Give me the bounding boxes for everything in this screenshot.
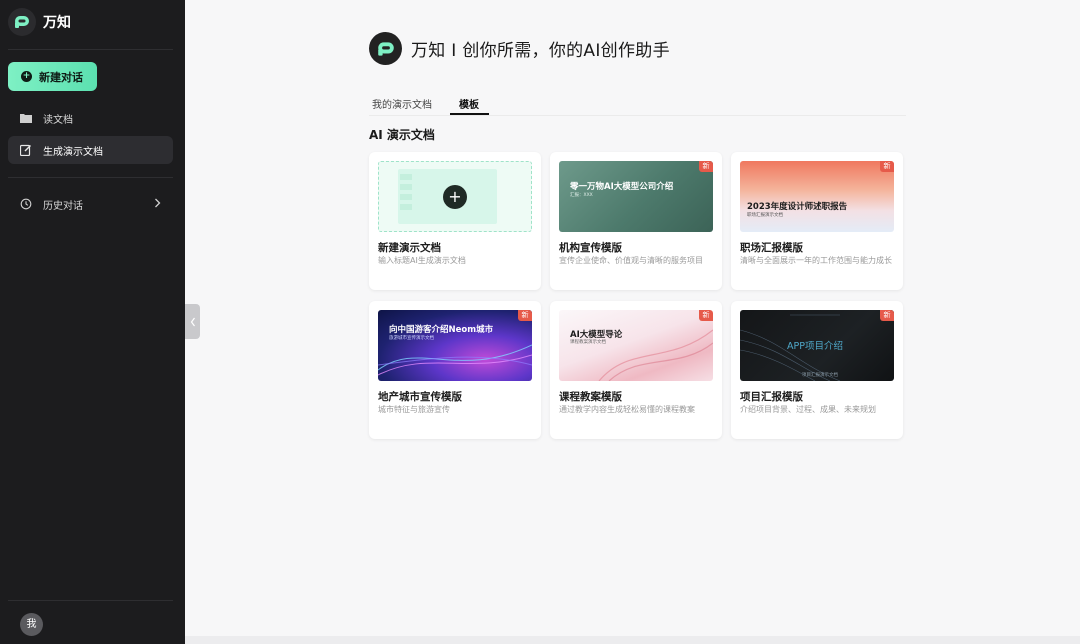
new-badge: 新 — [699, 310, 713, 321]
card-template[interactable]: AI大模型导论 课程教案演示文档 新 课程教案模版 通过教学内容生成轻松易懂的课… — [550, 301, 722, 439]
divider — [8, 177, 173, 178]
sidebar-item-label: 生成演示文档 — [43, 146, 103, 158]
card-template[interactable]: 向中国游客介绍Neom城市 旅游城市宣传演示文档 新 地产城市宣传模版 城市特征… — [369, 301, 541, 439]
folder-icon — [19, 112, 32, 125]
avatar[interactable]: 我 — [20, 613, 43, 636]
thumb-subtitle: 项目汇报演示文档 — [802, 373, 838, 378]
chevron-right-icon — [154, 198, 161, 211]
new-badge: 新 — [518, 310, 532, 321]
tab-templates[interactable]: 模板 — [459, 96, 479, 111]
thumb-title: APP项目介绍 — [787, 341, 843, 352]
card-desc: 输入标题AI生成演示文档 — [378, 256, 466, 265]
thumb-subtitle: 汇报：XXX — [570, 193, 593, 198]
sidebar: 万知 + 新建对话 读文档 生成演示文档 历史对话 我 — [0, 0, 185, 644]
divider — [8, 49, 173, 50]
plus-icon: + — [21, 71, 32, 82]
bottom-bar — [185, 636, 1080, 644]
sidebar-item-label: 历史对话 — [43, 200, 83, 212]
page-header: 万知 I 创你所需，你的AI创作助手 — [369, 32, 670, 65]
thumb-title: 2023年度设计师述职报告 — [747, 202, 848, 212]
sidebar-item-label: 读文档 — [43, 114, 73, 126]
tab-my-docs[interactable]: 我的演示文档 — [372, 96, 432, 111]
card-title: 项目汇报模版 — [740, 391, 803, 403]
card-template[interactable]: APP项目介绍 项目汇报演示文档 新 项目汇报模版 介绍项目背景、过程、成果、未… — [731, 301, 903, 439]
new-badge: 新 — [880, 310, 894, 321]
card-title: 新建演示文档 — [378, 242, 441, 254]
section-title: AI 演示文档 — [369, 128, 435, 142]
edit-document-icon — [19, 144, 32, 157]
card-thumbnail: 向中国游客介绍Neom城市 旅游城市宣传演示文档 新 — [378, 310, 532, 381]
logo-icon — [369, 32, 402, 65]
card-thumbnail: 零一万物AI大模型公司介绍 汇报：XXX 新 — [559, 161, 713, 232]
sidebar-item-generate-doc[interactable]: 生成演示文档 — [8, 136, 173, 164]
card-title: 机构宣传模版 — [559, 242, 622, 254]
card-new-doc[interactable]: + 新建演示文档 输入标题AI生成演示文档 — [369, 152, 541, 290]
card-desc: 城市特征与旅游宣传 — [378, 405, 450, 414]
divider — [8, 600, 173, 601]
logo-icon — [8, 8, 36, 36]
card-title: 职场汇报模版 — [740, 242, 803, 254]
active-tab-indicator — [450, 113, 489, 115]
card-thumbnail: APP项目介绍 项目汇报演示文档 新 — [740, 310, 894, 381]
tab-bar: 我的演示文档 模板 — [369, 88, 906, 116]
chevron-left-icon — [190, 317, 195, 326]
page-title: 万知 I 创你所需，你的AI创作助手 — [411, 41, 670, 61]
new-chat-button[interactable]: + 新建对话 — [8, 62, 97, 91]
card-title: 地产城市宣传模版 — [378, 391, 462, 403]
thumb-title: 零一万物AI大模型公司介绍 — [570, 182, 674, 192]
sidebar-item-history[interactable]: 历史对话 — [8, 190, 173, 218]
card-thumbnail: + — [378, 161, 532, 232]
card-thumbnail: AI大模型导论 课程教案演示文档 新 — [559, 310, 713, 381]
card-template[interactable]: 零一万物AI大模型公司介绍 汇报：XXX 新 机构宣传模版 宣传企业使命、价值观… — [550, 152, 722, 290]
thumb-subtitle: 职场汇报演示文档 — [747, 213, 783, 218]
thumb-subtitle: 旅游城市宣传演示文档 — [389, 336, 434, 341]
new-badge: 新 — [699, 161, 713, 172]
card-desc: 宣传企业使命、价值观与清晰的服务项目 — [559, 256, 703, 265]
thumb-title: 向中国游客介绍Neom城市 — [389, 325, 494, 335]
brand[interactable]: 万知 — [8, 8, 71, 36]
card-desc: 通过教学内容生成轻松易懂的课程教案 — [559, 405, 695, 414]
brand-name: 万知 — [43, 15, 71, 31]
collapse-sidebar-handle[interactable] — [185, 304, 200, 339]
card-desc: 介绍项目背景、过程、成果、未来规划 — [740, 405, 876, 414]
sidebar-item-read-doc[interactable]: 读文档 — [8, 104, 173, 132]
card-template[interactable]: 2023年度设计师述职报告 职场汇报演示文档 新 职场汇报模版 清晰与全面展示一… — [731, 152, 903, 290]
new-badge: 新 — [880, 161, 894, 172]
card-title: 课程教案模版 — [559, 391, 622, 403]
card-thumbnail: 2023年度设计师述职报告 职场汇报演示文档 新 — [740, 161, 894, 232]
card-desc: 清晰与全面展示一年的工作范围与能力成长 — [740, 256, 892, 265]
history-icon — [19, 198, 32, 211]
add-icon: + — [443, 185, 467, 209]
thumb-subtitle: 课程教案演示文档 — [570, 340, 606, 345]
new-chat-label: 新建对话 — [39, 70, 83, 84]
